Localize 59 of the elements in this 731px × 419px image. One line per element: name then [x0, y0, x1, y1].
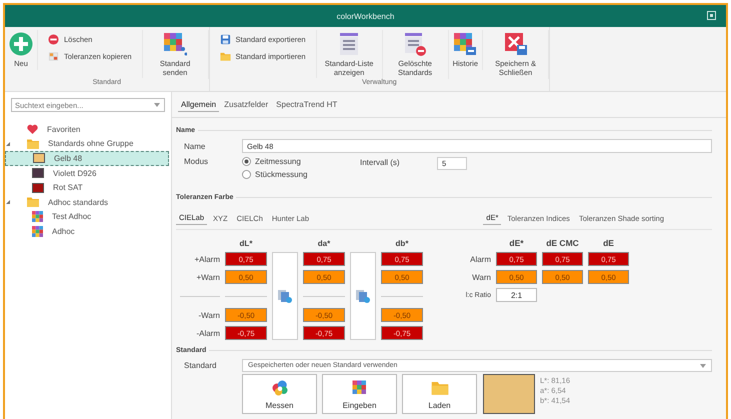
- action-button[interactable]: Eingeben: [322, 374, 397, 414]
- caret-icon: [700, 364, 706, 368]
- tree-item[interactable]: Adhoc standards: [5, 194, 169, 210]
- row-label: -Alarm: [195, 328, 220, 338]
- action-button[interactable]: Messen: [242, 374, 317, 414]
- tree-item[interactable]: Adhoc: [5, 224, 169, 239]
- column-header: dE: [602, 238, 615, 248]
- window-title: colorWorkbench: [336, 12, 394, 20]
- tree-item[interactable]: Rot SAT: [5, 180, 169, 195]
- radio-button[interactable]: [242, 170, 251, 179]
- tree-item[interactable]: Gelb 48: [5, 151, 169, 166]
- list-remove-icon: [403, 32, 428, 56]
- color-grid-icon: [453, 32, 478, 56]
- window-icon: [707, 11, 716, 20]
- tab[interactable]: Zusatzfelder: [221, 98, 272, 111]
- documents-icon: [356, 289, 370, 303]
- column-header: dE*: [508, 238, 525, 248]
- folder-icon: [220, 51, 231, 62]
- tree-item[interactable]: Favoriten: [5, 122, 169, 137]
- documents-icon: [278, 289, 292, 303]
- column-header: db*: [394, 239, 410, 248]
- color-grid-icon: [32, 226, 43, 237]
- color-grid-icon: [32, 211, 43, 222]
- row-label: Warn: [471, 272, 491, 282]
- row-label: -Warn: [198, 310, 220, 320]
- radio-option[interactable]: Stückmessung: [255, 170, 308, 179]
- row-label: +Alarm: [193, 254, 220, 264]
- color-grid-icon: [350, 378, 368, 396]
- caret-icon: [154, 103, 160, 107]
- row-label: Alarm: [469, 254, 491, 264]
- close-save-icon: [504, 32, 528, 56]
- tree-item[interactable]: Test Adhoc: [5, 210, 169, 224]
- radio-button[interactable]: [242, 157, 251, 166]
- folder-icon: [27, 197, 39, 208]
- radio-option[interactable]: Zeitmessung: [255, 157, 301, 166]
- plus-icon: [9, 32, 33, 56]
- floppy-icon: [220, 34, 231, 45]
- tree-item[interactable]: Standards ohne Gruppe: [5, 136, 169, 152]
- field-label: Modus: [184, 157, 210, 166]
- input-field[interactable]: 2:1: [496, 288, 537, 302]
- minus-icon: [48, 34, 59, 45]
- cloud-icon: [270, 378, 288, 396]
- color-grid-icon: [163, 32, 188, 56]
- tab[interactable]: Allgemein: [178, 98, 220, 112]
- field-label: Name: [184, 142, 206, 150]
- field-label: Standard: [184, 361, 218, 370]
- tab[interactable]: SpectraTrend HT: [273, 98, 340, 111]
- heart-icon: [27, 124, 38, 134]
- copy-button[interactable]: [272, 252, 298, 340]
- column-header: da*: [316, 239, 332, 248]
- table-icon: [48, 51, 59, 62]
- row-label: +Warn: [196, 272, 220, 282]
- action-button[interactable]: Laden: [402, 374, 477, 414]
- column-header: dL*: [238, 239, 254, 248]
- copy-button[interactable]: [350, 252, 376, 340]
- column-header: dE CMC: [545, 238, 580, 248]
- folder-icon: [27, 138, 39, 149]
- field-label: Intervall (s): [360, 157, 401, 167]
- tree-item[interactable]: Violett D926: [5, 166, 169, 180]
